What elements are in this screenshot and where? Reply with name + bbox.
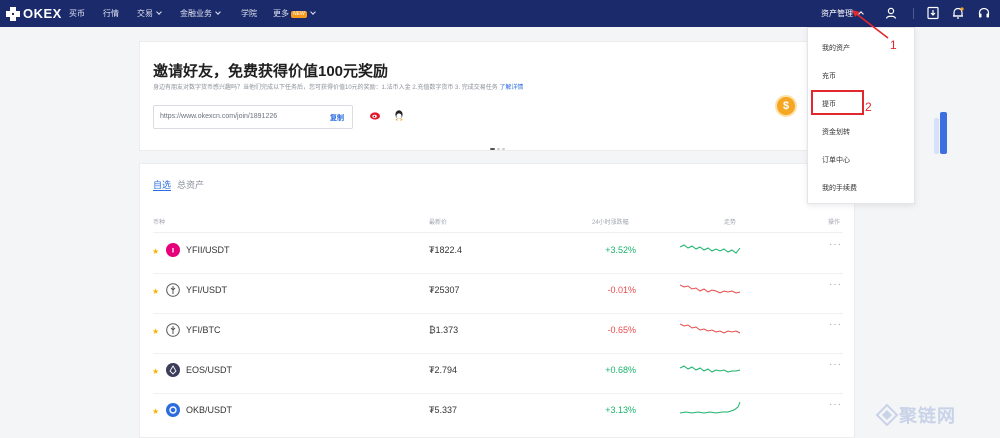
- header-price: 最新价: [429, 220, 448, 226]
- change-24h: +3.13%: [605, 405, 636, 415]
- table-row[interactable]: ★ Ⅱ YFII/USDT ₮1822.4 +3.52% ···: [140, 233, 856, 273]
- last-price: ₮25307: [429, 285, 460, 295]
- header-action: 操作: [828, 220, 841, 226]
- carousel-dots[interactable]: [490, 137, 507, 155]
- tab-total-assets[interactable]: 总资产: [177, 178, 204, 191]
- okex-logo-icon: [6, 6, 20, 21]
- okb-icon: [166, 403, 180, 417]
- trend-sparkline: [680, 244, 741, 254]
- table-row[interactable]: ★ EOS/USDT ₮2.794 +0.68% ···: [140, 353, 856, 393]
- yfi-icon: [166, 323, 180, 337]
- header-pair: 币种: [153, 220, 166, 226]
- last-price: ₮5.337: [429, 405, 458, 415]
- change-24h: +3.52%: [605, 245, 636, 255]
- last-price: ₮2.794: [429, 365, 458, 375]
- pair-name: YFII/USDT: [186, 245, 230, 255]
- change-24h: -0.01%: [607, 285, 636, 295]
- pair-name: EOS/USDT: [186, 365, 233, 375]
- withdraw-highlight-box: [811, 90, 864, 115]
- chevron-down-icon: [215, 9, 221, 15]
- new-badge: NEW: [291, 11, 307, 18]
- annotation-step-1: 1: [890, 38, 897, 52]
- banner-illustration: [934, 118, 939, 154]
- qq-icon[interactable]: [393, 109, 405, 121]
- copy-button[interactable]: 复制: [330, 113, 344, 123]
- nav-buy-crypto[interactable]: 买币: [69, 0, 85, 27]
- banner-title: 邀请好友，免费获得价值100元奖励: [153, 63, 389, 80]
- pair-name: OKB/USDT: [186, 405, 233, 415]
- weibo-icon[interactable]: [369, 109, 381, 121]
- pair-name: YFI/USDT: [186, 285, 228, 295]
- pair-name: YFI/BTC: [186, 325, 221, 335]
- invite-banner: 邀请好友，免费获得价值100元奖励 身边有朋友对数字货币感兴趣吗？当他们完成以下…: [139, 41, 947, 154]
- trend-sparkline: [680, 284, 741, 294]
- download-icon[interactable]: [926, 6, 940, 20]
- header-change: 24小时涨跌幅: [592, 220, 629, 226]
- banner-illustration: [940, 112, 947, 154]
- more-actions-icon[interactable]: ···: [829, 279, 842, 290]
- yfi-icon: [166, 283, 180, 297]
- more-actions-icon[interactable]: ···: [829, 359, 842, 370]
- menu-item-my-fees[interactable]: 我的手续费: [822, 183, 857, 193]
- nav-academy[interactable]: 学院: [241, 0, 257, 27]
- menu-item-deposit[interactable]: 充币: [822, 71, 836, 81]
- active-tab-indicator: [153, 190, 171, 191]
- change-24h: -0.65%: [607, 325, 636, 335]
- last-price: ₿1.373: [429, 325, 459, 335]
- table-row[interactable]: ★ OKB/USDT ₮5.337 +3.13% ···: [140, 393, 856, 433]
- trend-sparkline: [680, 323, 741, 334]
- app-name: OKEX: [23, 6, 62, 21]
- chevron-down-icon: [309, 9, 316, 15]
- menu-item-my-assets[interactable]: 我的资产: [822, 43, 850, 53]
- more-actions-icon[interactable]: ···: [829, 239, 842, 250]
- star-icon[interactable]: ★: [152, 327, 159, 336]
- headset-icon[interactable]: [977, 6, 991, 20]
- chevron-down-icon: [156, 9, 162, 15]
- star-icon[interactable]: ★: [152, 247, 159, 256]
- nav-markets[interactable]: 行情: [103, 0, 119, 27]
- annotation-arrow-icon: [852, 10, 889, 39]
- table-row[interactable]: ★ YFI/USDT ₮25307 -0.01% ···: [140, 273, 856, 313]
- header-trend: 走势: [724, 220, 737, 226]
- last-price: ₮1822.4: [429, 245, 463, 255]
- invite-url: https://www.okexcn.com/join/1891226: [160, 113, 278, 120]
- trend-sparkline: [680, 401, 741, 414]
- asset-management-dropdown: 我的资产 充币 提币 资金划转 订单中心 我的手续费: [807, 27, 915, 204]
- watermark: 聚链网: [875, 402, 956, 428]
- bell-icon[interactable]: [951, 6, 965, 20]
- yfii-icon: Ⅱ: [166, 243, 180, 257]
- change-24h: +0.68%: [605, 365, 636, 375]
- menu-item-transfer[interactable]: 资金划转: [822, 127, 850, 137]
- toolbar-divider: [913, 8, 914, 19]
- learn-more-link[interactable]: 了解详情: [499, 85, 523, 91]
- table-row[interactable]: ★ YFI/BTC ₿1.373 -0.65% ···: [140, 313, 856, 353]
- nav-finance[interactable]: 金融业务: [180, 0, 221, 27]
- star-icon[interactable]: ★: [152, 407, 159, 416]
- dollar-coin-icon: $: [775, 95, 797, 117]
- watermark-logo-icon: [875, 404, 899, 426]
- more-actions-icon[interactable]: ···: [829, 319, 842, 330]
- nav-trade[interactable]: 交易: [137, 0, 162, 27]
- okex-logo[interactable]: OKEX: [6, 5, 62, 22]
- more-actions-icon[interactable]: ···: [829, 399, 842, 410]
- watchlist-card: 自选 总资产 币种 最新价 24小时涨跌幅 走势 操作 ★ Ⅱ YFII/USDT ₮…: [139, 163, 855, 438]
- svg-text:Ⅱ: Ⅱ: [172, 248, 175, 255]
- banner-subtitle: 身边有朋友对数字货币感兴趣吗？当他们完成以下任务后，您可获得价值10元的奖励：1…: [153, 85, 524, 91]
- star-icon[interactable]: ★: [152, 367, 159, 376]
- eos-icon: [166, 363, 180, 377]
- nav-more[interactable]: 更多 NEW: [273, 0, 316, 27]
- annotation-step-2: 2: [865, 100, 872, 114]
- menu-item-order-center[interactable]: 订单中心: [822, 155, 850, 165]
- star-icon[interactable]: ★: [152, 287, 159, 296]
- invite-link-field[interactable]: https://www.okexcn.com/join/1891226 复制: [153, 105, 353, 129]
- trend-sparkline: [680, 365, 741, 373]
